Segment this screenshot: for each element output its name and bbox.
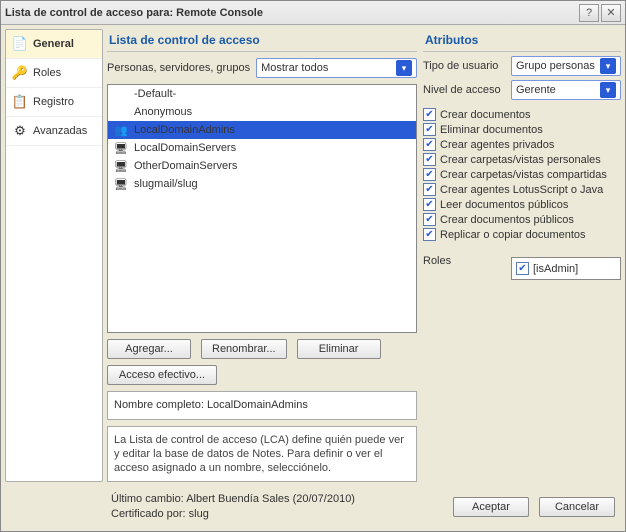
sidebar-tab-roles[interactable]: 🔑 Roles xyxy=(6,59,102,88)
ok-button[interactable]: Aceptar xyxy=(453,497,529,517)
permission-label: Crear carpetas/vistas personales xyxy=(440,154,601,166)
acl-header: Lista de control de acceso xyxy=(107,29,417,52)
list-item[interactable]: 👥 LocalDomainAdmins xyxy=(108,121,416,139)
entry-icon xyxy=(114,87,128,101)
permission-label: Crear carpetas/vistas compartidas xyxy=(440,169,607,181)
tab-icon: 🔑 xyxy=(12,65,28,81)
help-box: La Lista de control de acceso (LCA) defi… xyxy=(107,426,417,483)
checkbox-icon: ✔ xyxy=(423,213,436,226)
sidebar-tab-avanzadas[interactable]: ⚙ Avanzadas xyxy=(6,117,102,146)
entry-label: slugmail/slug xyxy=(134,178,198,190)
checkbox-icon: ✔ xyxy=(423,123,436,136)
permission-label: Crear agentes privados xyxy=(440,139,554,151)
list-item[interactable]: 🖥 OtherDomainServers xyxy=(108,157,416,175)
entry-icon: 👥 xyxy=(114,123,128,137)
entry-label: LocalDomainServers xyxy=(134,142,236,154)
entry-icon: 🖥 xyxy=(114,177,128,191)
permission-check[interactable]: ✔ Crear documentos xyxy=(423,108,621,121)
checkbox-icon: ✔ xyxy=(423,108,436,121)
permission-check[interactable]: ✔ Leer documentos públicos xyxy=(423,198,621,211)
entry-icon: 🖥 xyxy=(114,159,128,173)
role-item[interactable]: ✔ [isAdmin] xyxy=(516,262,616,275)
fullname-label: Nombre completo: xyxy=(114,399,207,411)
sidebar: 📄 General 🔑 Roles 📋 Registro ⚙ Avanzadas xyxy=(5,29,103,482)
roles-listbox[interactable]: ✔ [isAdmin] xyxy=(511,257,621,280)
titlebar: Lista de control de acceso para: Remote … xyxy=(1,1,625,25)
sidebar-tab-general[interactable]: 📄 General xyxy=(6,30,102,59)
checkbox-icon: ✔ xyxy=(423,183,436,196)
permissions-list: ✔ Crear documentos ✔ Eliminar documentos ✔ Cr… xyxy=(423,108,621,241)
tab-label: Roles xyxy=(33,67,61,79)
fullname-box: Nombre completo: LocalDomainAdmins xyxy=(107,391,417,419)
entry-label: LocalDomainAdmins xyxy=(134,124,235,136)
permission-check[interactable]: ✔ Crear agentes LotusScript o Java xyxy=(423,183,621,196)
permission-check[interactable]: ✔ Crear agentes privados xyxy=(423,138,621,151)
tab-icon: ⚙ xyxy=(12,123,28,139)
tab-label: Avanzadas xyxy=(33,125,87,137)
effective-access-button[interactable]: Acceso efectivo... xyxy=(107,365,217,385)
list-item[interactable]: -Default- xyxy=(108,85,416,103)
user-type-select[interactable]: Grupo personas ▾ xyxy=(511,56,621,76)
chevron-down-icon: ▾ xyxy=(600,82,616,98)
filter-select[interactable]: Mostrar todos ▾ xyxy=(256,58,417,78)
filter-label: Personas, servidores, grupos xyxy=(107,62,250,74)
checkbox-icon: ✔ xyxy=(423,198,436,211)
checkbox-icon: ✔ xyxy=(423,153,436,166)
cancel-button[interactable]: Cancelar xyxy=(539,497,615,517)
access-level-label: Nivel de acceso xyxy=(423,84,505,96)
list-item[interactable]: 🖥 slugmail/slug xyxy=(108,175,416,193)
acl-listbox[interactable]: -Default- Anonymous 👥 LocalDomainAdmins 🖥 Loc… xyxy=(107,84,417,333)
permission-label: Crear documentos públicos xyxy=(440,214,574,226)
entry-label: Anonymous xyxy=(134,106,192,118)
tab-label: Registro xyxy=(33,96,74,108)
tab-icon: 📄 xyxy=(12,36,28,52)
permission-label: Crear documentos xyxy=(440,109,531,121)
tab-label: General xyxy=(33,38,74,50)
window-title: Lista de control de acceso para: Remote … xyxy=(5,7,263,19)
entry-icon: 🖥 xyxy=(114,141,128,155)
rename-button[interactable]: Renombrar... xyxy=(201,339,287,359)
permission-check[interactable]: ✔ Replicar o copiar documentos xyxy=(423,228,621,241)
permission-check[interactable]: ✔ Eliminar documentos xyxy=(423,123,621,136)
permission-label: Crear agentes LotusScript o Java xyxy=(440,184,603,196)
add-button[interactable]: Agregar... xyxy=(107,339,191,359)
entry-label: OtherDomainServers xyxy=(134,160,237,172)
permission-check[interactable]: ✔ Crear carpetas/vistas personales xyxy=(423,153,621,166)
checkbox-icon: ✔ xyxy=(516,262,529,275)
user-type-label: Tipo de usuario xyxy=(423,60,505,72)
fullname-value: LocalDomainAdmins xyxy=(207,399,308,411)
entry-icon xyxy=(114,105,128,119)
checkbox-icon: ✔ xyxy=(423,228,436,241)
roles-label: Roles xyxy=(423,255,505,267)
sidebar-tab-registro[interactable]: 📋 Registro xyxy=(6,88,102,117)
checkbox-icon: ✔ xyxy=(423,168,436,181)
permission-check[interactable]: ✔ Crear carpetas/vistas compartidas xyxy=(423,168,621,181)
permission-label: Eliminar documentos xyxy=(440,124,543,136)
chevron-down-icon: ▾ xyxy=(396,60,412,76)
chevron-down-icon: ▾ xyxy=(600,58,616,74)
list-item[interactable]: 🖥 LocalDomainServers xyxy=(108,139,416,157)
help-button[interactable]: ? xyxy=(579,4,599,22)
footer-info: Último cambio: Albert Buendía Sales (20/… xyxy=(111,492,443,521)
permission-check[interactable]: ✔ Crear documentos públicos xyxy=(423,213,621,226)
access-level-select[interactable]: Gerente ▾ xyxy=(511,80,621,100)
certified-text: Certificado por: slug xyxy=(111,507,443,521)
permission-label: Leer documentos públicos xyxy=(440,199,568,211)
entry-label: -Default- xyxy=(134,88,176,100)
list-item[interactable]: Anonymous xyxy=(108,103,416,121)
tab-icon: 📋 xyxy=(12,94,28,110)
checkbox-icon: ✔ xyxy=(423,138,436,151)
role-label: [isAdmin] xyxy=(533,263,578,275)
attributes-header: Atributos xyxy=(423,29,621,52)
last-change-text: Último cambio: Albert Buendía Sales (20/… xyxy=(111,492,443,506)
permission-label: Replicar o copiar documentos xyxy=(440,229,586,241)
close-button[interactable]: ✕ xyxy=(601,4,621,22)
remove-button[interactable]: Eliminar xyxy=(297,339,381,359)
